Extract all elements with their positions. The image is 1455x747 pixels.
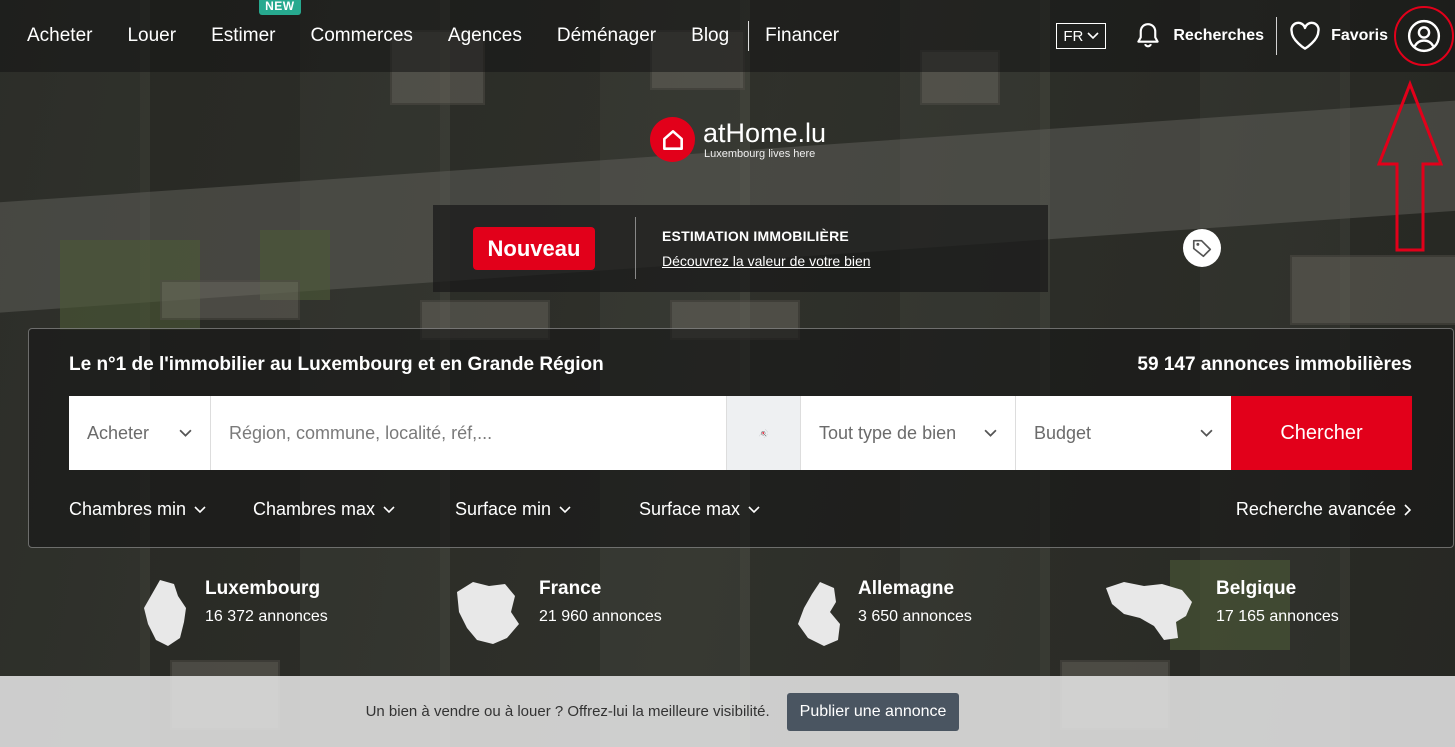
publish-listing-button[interactable]: Publier une annonce — [786, 692, 960, 731]
nav-louer[interactable]: Louer — [127, 25, 176, 47]
transaction-type-value: Acheter — [87, 422, 150, 443]
map-search-button[interactable] — [727, 396, 801, 470]
country-belgique[interactable]: Belgique 17 165 annonces — [1104, 578, 1339, 648]
nav-estimer-label: Estimer — [211, 25, 276, 46]
nav-financer[interactable]: Financer — [765, 25, 839, 47]
transaction-type-select[interactable]: Acheter — [69, 396, 211, 470]
search-panel: Le n°1 de l'immobilier au Luxembourg et … — [28, 328, 1454, 548]
account-button[interactable] — [1394, 6, 1454, 66]
chevron-right-icon — [1404, 503, 1412, 516]
chevron-down-icon — [179, 429, 192, 437]
rooms-max-filter[interactable]: Chambres max — [253, 499, 395, 520]
publish-listing-bar: Un bien à vendre ou à louer ? Offrez-lui… — [0, 676, 1455, 747]
chevron-down-icon — [1087, 32, 1099, 40]
germany-region-map-icon — [798, 582, 840, 646]
language-selector[interactable]: FR — [1056, 23, 1107, 49]
search-bar: Acheter Région, commune, localité, réf,.… — [69, 396, 1412, 470]
country-name: France — [539, 578, 602, 599]
price-tag-icon — [1183, 229, 1221, 267]
location-placeholder: Région, commune, localité, réf,... — [229, 422, 493, 443]
location-search-input[interactable]: Région, commune, localité, réf,... — [211, 396, 727, 470]
logo-name: atHome.lu — [703, 117, 827, 148]
map-search-icon — [758, 428, 769, 438]
country-france[interactable]: France 21 960 annonces — [453, 578, 662, 648]
promo-link[interactable]: Découvrez la valeur de votre bien — [662, 253, 871, 269]
chevron-down-icon — [559, 505, 571, 513]
advanced-search-link[interactable]: Recherche avancée — [1236, 499, 1412, 520]
publish-prompt-text: Un bien à vendre ou à louer ? Offrez-lui… — [365, 703, 770, 720]
search-filters: Chambres min Chambres max Surface min Su… — [69, 499, 1412, 523]
rooms-min-filter[interactable]: Chambres min — [69, 499, 206, 520]
promo-title: ESTIMATION IMMOBILIÈRE — [662, 228, 849, 244]
new-feature-badge: Nouveau — [473, 227, 595, 270]
country-name: Belgique — [1216, 578, 1297, 599]
country-count: 17 165 annonces — [1216, 608, 1339, 625]
chevron-down-icon — [194, 505, 206, 513]
search-headline: Le n°1 de l'immobilier au Luxembourg et … — [69, 354, 604, 375]
saved-searches-button[interactable]: Recherches — [1133, 21, 1264, 51]
athome-logo[interactable]: atHome.lu Luxembourg lives here — [650, 117, 826, 162]
nav-divider — [748, 21, 750, 51]
nav-demenager[interactable]: Déménager — [557, 25, 656, 47]
listing-count: 59 147 annonces immobilières — [1137, 354, 1412, 375]
country-count: 21 960 annonces — [539, 608, 662, 625]
new-badge: NEW — [259, 0, 301, 15]
chevron-down-icon — [984, 429, 997, 437]
country-allemagne[interactable]: Allemagne 3 650 annonces — [790, 578, 972, 648]
language-label: FR — [1063, 27, 1084, 45]
search-submit-button[interactable]: Chercher — [1231, 396, 1412, 470]
estimation-promo-banner[interactable]: Nouveau ESTIMATION IMMOBILIÈRE Découvrez… — [433, 205, 1048, 292]
annotation-arrow-icon — [1376, 80, 1444, 252]
france-region-map-icon — [457, 582, 519, 644]
user-account-icon — [1407, 19, 1441, 53]
main-menu: Acheter Louer NEW Estimer Commerces Agen… — [0, 0, 874, 72]
advanced-search-label: Recherche avancée — [1235, 499, 1396, 519]
surface-max-filter[interactable]: Surface max — [639, 499, 760, 520]
nav-actions-divider — [1276, 17, 1278, 55]
country-name: Luxembourg — [205, 578, 321, 599]
favorites-label: Favoris — [1331, 27, 1388, 44]
luxembourg-map-icon — [144, 580, 186, 646]
country-count: 16 372 annonces — [205, 608, 328, 625]
country-name: Allemagne — [858, 578, 955, 599]
budget-value: Budget — [1034, 422, 1092, 443]
surface-min-filter[interactable]: Surface min — [455, 499, 571, 520]
nav-acheter[interactable]: Acheter — [27, 25, 92, 47]
chevron-down-icon — [383, 505, 395, 513]
country-count: 3 650 annonces — [858, 608, 972, 625]
budget-select[interactable]: Budget — [1016, 396, 1231, 470]
nav-estimer[interactable]: NEW Estimer — [211, 0, 301, 47]
logo-tagline: Luxembourg lives here — [704, 147, 816, 160]
country-luxembourg[interactable]: Luxembourg 16 372 annonces — [138, 578, 328, 648]
nav-actions: FR Recherches Favoris — [1056, 0, 1455, 72]
heart-icon — [1290, 21, 1320, 50]
property-type-value: Tout type de bien — [819, 422, 957, 443]
saved-searches-label: Recherches — [1173, 27, 1265, 44]
rooms-min-label: Chambres min — [69, 499, 187, 519]
belgium-region-map-icon — [1106, 582, 1192, 640]
property-type-select[interactable]: Tout type de bien — [801, 396, 1016, 470]
nav-blog[interactable]: Blog — [691, 25, 729, 47]
favorites-button[interactable]: Favoris — [1289, 21, 1388, 51]
nav-agences[interactable]: Agences — [448, 25, 522, 47]
nav-commerces[interactable]: Commerces — [311, 25, 413, 47]
bell-icon — [1137, 23, 1160, 48]
top-navigation: Acheter Louer NEW Estimer Commerces Agen… — [0, 0, 1455, 72]
surface-min-label: Surface min — [455, 499, 552, 519]
promo-divider — [635, 217, 636, 279]
surface-max-label: Surface max — [639, 499, 741, 519]
chevron-down-icon — [1200, 429, 1213, 437]
house-logo-icon — [650, 117, 695, 162]
rooms-max-label: Chambres max — [253, 499, 376, 519]
chevron-down-icon — [748, 505, 760, 513]
